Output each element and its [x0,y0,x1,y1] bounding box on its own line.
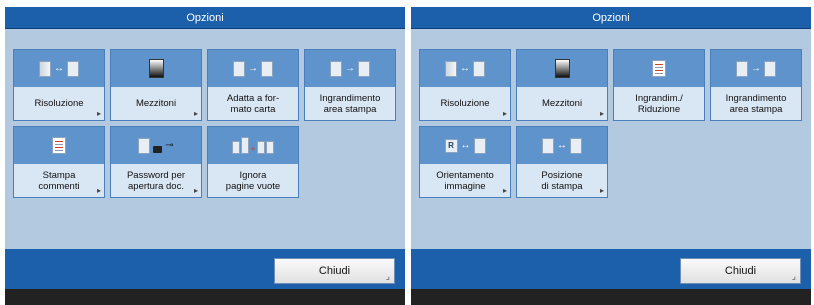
submenu-corner-icon: ▸ [599,186,604,195]
document-password-button[interactable]: ⊸ Password per apertura doc. ▸ [110,126,202,198]
print-comments-button[interactable]: Stampa commenti ▸ [13,126,105,198]
close-button[interactable]: Chiudi ⌟ [680,258,801,284]
print-position-icon: ↔ [517,127,607,164]
footer-bar [5,289,405,305]
enlarge-print-area-icon: → [711,50,801,87]
tile-label: Password per apertura doc. [126,169,186,192]
document-password-icon: ⊸ [111,127,201,164]
tile-label: Ingrandim./ Riduzione [635,92,683,115]
submenu-corner-icon: ▸ [599,109,604,118]
zoom-reduce-button[interactable]: Ingrandim./ Riduzione [613,49,705,121]
footer-bar [411,289,811,305]
submenu-corner-icon: ▸ [96,109,101,118]
submenu-corner-icon: ▸ [96,186,101,195]
corner-mark-icon: ⌟ [385,271,390,281]
options-panel-right: Opzioni ↔ Risoluzione ▸ Mezzitoni ▸ Ingr… [411,7,811,305]
tile-label: Risoluzione [440,98,490,109]
enlarge-print-area-icon: → [305,50,395,87]
enlarge-print-area-button[interactable]: → Ingrandimento area stampa [304,49,396,121]
halftones-icon [111,50,201,87]
fit-paper-size-icon: → [208,50,298,87]
submenu-corner-icon: ▸ [193,109,198,118]
image-orientation-icon: R ↔ [420,127,510,164]
title-bar: Opzioni [411,7,811,29]
tile-label: Mezzitoni [541,98,583,109]
skip-blank-pages-icon: + [208,127,298,164]
halftones-button[interactable]: Mezzitoni ▸ [110,49,202,121]
resolution-button[interactable]: ↔ Risoluzione ▸ [13,49,105,121]
panel-title: Opzioni [186,11,224,24]
enlarge-print-area-button[interactable]: → Ingrandimento area stampa [710,49,802,121]
options-grid: ↔ Risoluzione ▸ Mezzitoni ▸ Ingrandim./ … [419,49,802,198]
resolution-icon: ↔ [14,50,104,87]
options-panel-left: Opzioni ↔ Risoluzione ▸ Mezzitoni ▸ → Ad… [5,7,405,305]
halftones-button[interactable]: Mezzitoni ▸ [516,49,608,121]
close-button[interactable]: Chiudi ⌟ [274,258,395,284]
tile-label: Orientamento immagine [436,169,494,192]
submenu-corner-icon: ▸ [193,186,198,195]
title-bar: Opzioni [5,7,405,29]
zoom-reduce-icon [614,50,704,87]
close-button-label: Chiudi [724,265,757,277]
tile-label: Mezzitoni [135,98,177,109]
close-button-label: Chiudi [318,265,351,277]
print-position-button[interactable]: ↔ Posizione di stampa ▸ [516,126,608,198]
skip-blank-pages-button[interactable]: + Ignora pagine vuote [207,126,299,198]
image-orientation-button[interactable]: R ↔ Orientamento immagine ▸ [419,126,511,198]
submenu-corner-icon: ▸ [502,186,507,195]
resolution-button[interactable]: ↔ Risoluzione ▸ [419,49,511,121]
tile-label: Risoluzione [34,98,84,109]
halftones-icon [517,50,607,87]
print-comments-icon [14,127,104,164]
tile-label: Stampa commenti [38,169,80,192]
tile-label: Ingrandimento area stampa [725,92,787,115]
tile-label: Adatta a for- mato carta [226,92,280,115]
bottom-bar: Chiudi ⌟ [411,249,811,289]
options-grid: ↔ Risoluzione ▸ Mezzitoni ▸ → Adatta a f… [13,49,396,198]
panel-title: Opzioni [592,11,630,24]
submenu-corner-icon: ▸ [502,109,507,118]
tile-label: Ignora pagine vuote [225,169,281,192]
bottom-bar: Chiudi ⌟ [5,249,405,289]
tile-label: Ingrandimento area stampa [319,92,381,115]
tile-label: Posizione di stampa [541,169,583,192]
resolution-icon: ↔ [420,50,510,87]
fit-paper-size-button[interactable]: → Adatta a for- mato carta [207,49,299,121]
corner-mark-icon: ⌟ [791,271,796,281]
